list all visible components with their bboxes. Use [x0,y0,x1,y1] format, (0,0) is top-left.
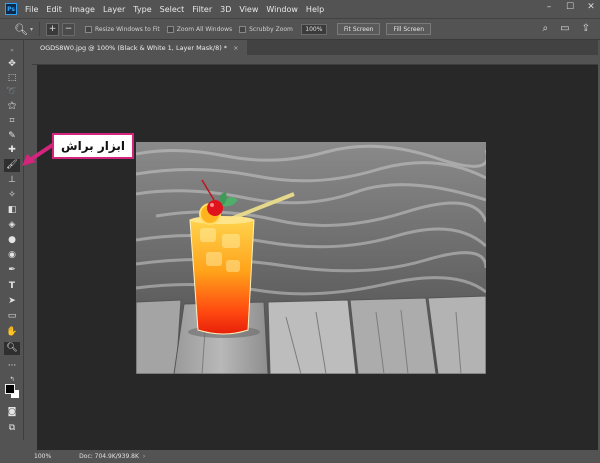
pen-tool-icon[interactable]: ✒ [4,264,20,277]
type-tool-icon[interactable]: T [4,280,20,293]
eraser-tool-icon[interactable]: ◧ [4,204,20,217]
lasso-tool-icon[interactable]: ➰ [4,86,20,99]
tools-panel: » ✥ ⬚ ➰ ⚝ ⌗ ✎ ✚ 🖌︎ ⊥ ✧ ◧ ◈ ● ◉ ✒ T ➤ ▭ ✋… [0,40,24,440]
options-right-icons: ⌕ ▭ ⇪ [543,23,590,34]
vertical-ruler [24,55,32,455]
chevron-right-icon[interactable]: › [143,453,145,460]
minimize-icon[interactable]: – [544,2,554,12]
brush-tool-annotation: ابزار براش [52,133,134,159]
photo-drawing [136,142,486,374]
menu-layer[interactable]: Layer [103,5,125,14]
document-tab[interactable]: OGDS8W0.jpg @ 100% (Black & White 1, Lay… [32,40,247,55]
status-zoom[interactable]: 100% [34,453,51,460]
options-bar: 🔍︎ ▾ + − Resize Windows to Fit Zoom All … [0,18,600,40]
cherry [207,200,223,216]
marquee-tool-icon[interactable]: ⬚ [4,72,20,85]
status-doc-size: Doc: 704.9K/939.8K [79,453,139,460]
menu-3d[interactable]: 3D [220,5,231,14]
divider [38,22,40,36]
cherry-highlight [210,203,214,207]
menu-view[interactable]: View [239,5,258,14]
photoshop-logo: Ps [5,3,17,15]
zoom-all-windows-label: Zoom All Windows [176,25,233,33]
menu-filter[interactable]: Filter [192,5,212,14]
zoom-all-windows-checkbox[interactable]: Zoom All Windows [166,25,233,33]
deck-plank [136,299,182,374]
path-selection-tool-icon[interactable]: ➤ [4,295,20,308]
status-bar: 100% Doc: 704.9K/939.8K › [24,450,600,463]
zoom-tool-icon[interactable]: 🔍︎ [4,342,20,355]
foreground-color-swatch[interactable] [5,384,15,394]
share-icon[interactable]: ⇪ [582,23,590,34]
brush-tool-icon[interactable]: 🖌︎ [4,159,20,172]
resize-windows-checkbox[interactable]: Resize Windows to Fit [84,25,160,33]
rectangle-tool-icon[interactable]: ▭ [4,310,20,323]
zoom-in-icon[interactable]: + [45,22,59,36]
menu-bar: Ps File Edit Image Layer Type Select Fil… [0,0,600,18]
checkbox-box[interactable] [84,25,92,33]
close-tab-icon[interactable]: × [233,44,238,52]
paint-bucket-tool-icon[interactable]: ◈ [4,219,20,232]
menu-help[interactable]: Help [306,5,324,14]
clone-stamp-tool-icon[interactable]: ⊥ [4,174,20,187]
photoshop-window: Ps File Edit Image Layer Type Select Fil… [0,0,600,463]
document-tabs: OGDS8W0.jpg @ 100% (Black & White 1, Lay… [32,40,598,55]
menu-window[interactable]: Window [266,5,298,14]
magic-wand-tool-icon[interactable]: ⚝ [4,100,20,113]
checkbox-box[interactable] [166,25,174,33]
fill-screen-button[interactable]: Fill Screen [386,23,432,35]
zoom-out-icon[interactable]: − [61,22,75,36]
annotation-arrow [22,142,56,166]
menu-edit[interactable]: Edit [46,5,62,14]
document-tab-title: OGDS8W0.jpg @ 100% (Black & White 1, Lay… [40,43,228,52]
menu-select[interactable]: Select [160,5,185,14]
zoom-tool-preset-icon[interactable]: 🔍︎ [14,23,28,36]
maximize-icon[interactable]: ☐ [565,2,575,12]
panel-collapse-icon[interactable]: » [4,44,20,57]
close-icon[interactable]: ✕ [586,2,596,12]
hand-tool-icon[interactable]: ✋ [4,326,20,339]
chevron-down-icon[interactable]: ▾ [30,26,33,33]
window-controls: – ☐ ✕ [544,2,596,12]
workspace-icon[interactable]: ▭ [560,23,569,34]
move-tool-icon[interactable]: ✥ [4,58,20,71]
search-icon[interactable]: ⌕ [543,23,549,34]
quick-mask-icon[interactable]: ◙ [4,406,20,419]
scrubby-zoom-label: Scrubby Zoom [249,25,293,33]
menu-image[interactable]: Image [70,5,95,14]
scrubby-zoom-checkbox[interactable]: Scrubby Zoom [239,25,293,33]
fit-screen-button[interactable]: Fit Screen [336,23,381,35]
history-brush-tool-icon[interactable]: ✧ [4,189,20,202]
healing-brush-tool-icon[interactable]: ✚ [4,144,20,157]
deck-plank [349,297,437,374]
menu-file[interactable]: File [25,5,38,14]
blur-tool-icon[interactable]: ● [4,234,20,247]
deck-plank [267,299,357,374]
menu-type[interactable]: Type [133,5,151,14]
document-image[interactable] [136,142,486,374]
more-tools-icon[interactable]: ··· [4,360,20,373]
zoom-percent-field[interactable]: 100% [300,23,327,35]
checkbox-box[interactable] [239,25,247,33]
deck-plank [427,295,486,374]
dodge-tool-icon[interactable]: ◉ [4,249,20,262]
eyedropper-tool-icon[interactable]: ✎ [4,130,20,143]
screen-mode-icon[interactable]: ⧉ [4,422,20,435]
resize-windows-label: Resize Windows to Fit [94,25,160,33]
crop-tool-icon[interactable]: ⌗ [4,115,20,128]
horizontal-ruler [32,55,598,65]
